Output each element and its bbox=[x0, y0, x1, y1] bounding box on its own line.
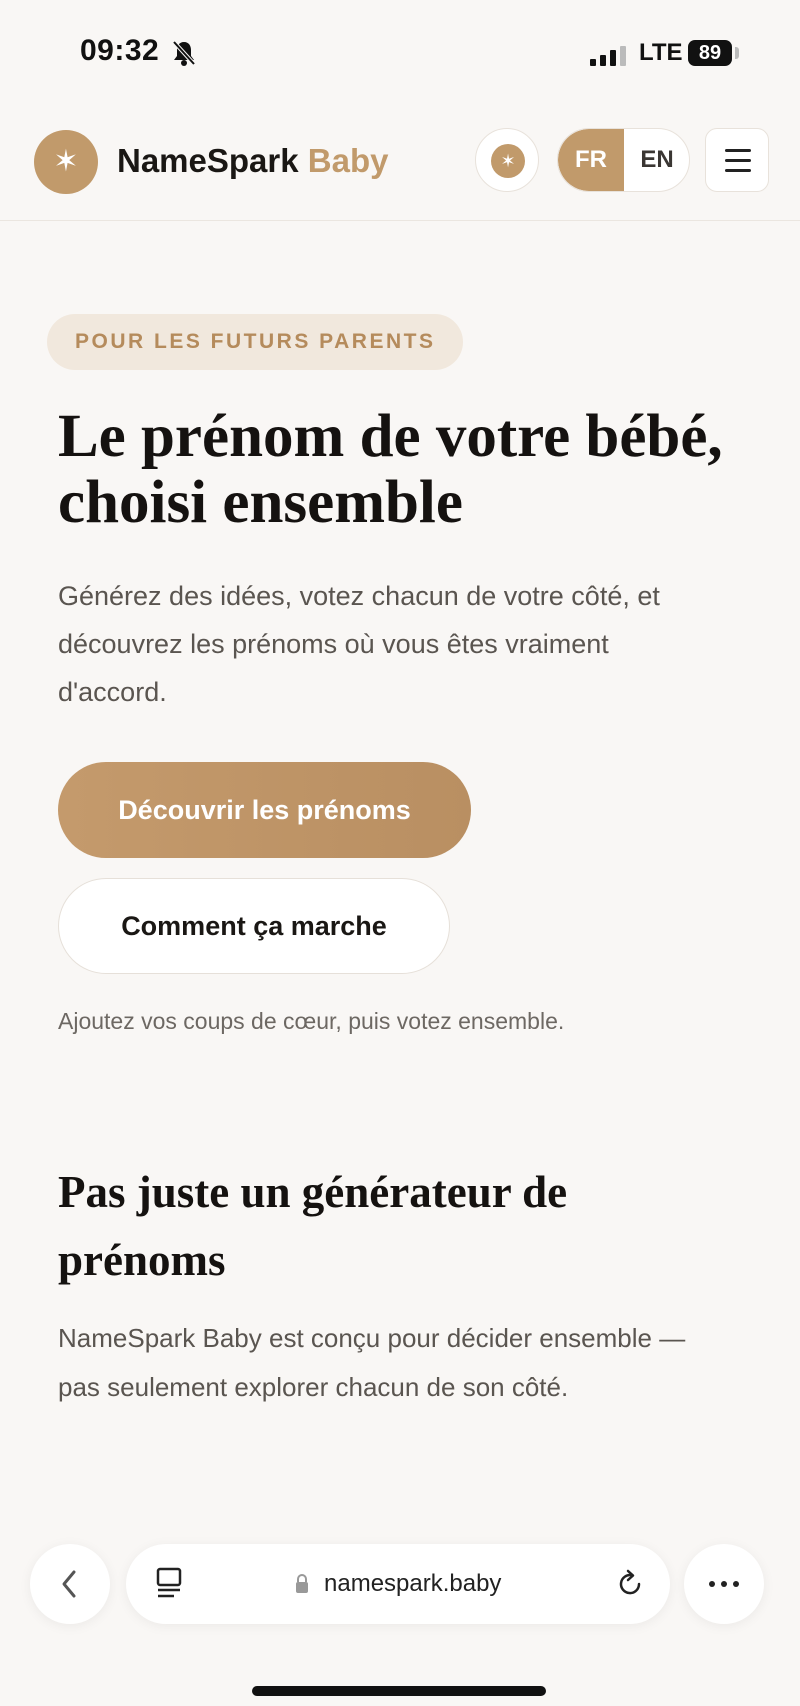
hero-title: Le prénom de votre bébé, choisi ensemble bbox=[58, 403, 723, 536]
menu-button[interactable] bbox=[705, 128, 769, 192]
section-title: Pas juste un générateur de prénoms bbox=[58, 1167, 568, 1285]
language-switch: FR EN bbox=[557, 128, 690, 192]
tabs-icon[interactable] bbox=[154, 1566, 186, 1602]
brand-name[interactable]: NameSpark Baby bbox=[117, 142, 388, 180]
browser-toolbar: namespark.baby bbox=[0, 1510, 800, 1706]
lang-en-button[interactable]: EN bbox=[624, 129, 689, 191]
bell-muted-icon bbox=[172, 40, 196, 66]
address-bar[interactable]: namespark.baby bbox=[126, 1544, 670, 1624]
more-options-button[interactable] bbox=[684, 1544, 764, 1624]
hamburger-icon-bar bbox=[725, 169, 751, 172]
logo-icon[interactable]: ✶ bbox=[34, 130, 98, 194]
status-time: 09:32 bbox=[80, 34, 160, 67]
ellipsis-icon bbox=[709, 1581, 739, 1587]
back-button[interactable] bbox=[30, 1544, 110, 1624]
eyebrow-badge: POUR LES FUTURS PARENTS bbox=[47, 314, 464, 370]
app-header: ✶ NameSpark Baby ✶ FR EN bbox=[0, 110, 800, 221]
brand-main: NameSpark bbox=[117, 142, 299, 179]
lang-fr-button[interactable]: FR bbox=[558, 129, 624, 191]
section-description: NameSpark Baby est conçu pour décider en… bbox=[58, 1323, 686, 1402]
lock-icon bbox=[296, 1574, 308, 1593]
hamburger-icon-bar bbox=[725, 149, 751, 152]
reload-icon[interactable] bbox=[614, 1568, 646, 1600]
chevron-left-icon bbox=[62, 1570, 76, 1598]
hamburger-icon-bar bbox=[725, 159, 751, 162]
hero-description: Générez des idées, votez chacun de votre… bbox=[58, 581, 660, 707]
status-bar: 09:32 LTE 89 bbox=[0, 0, 800, 110]
how-it-works-button[interactable]: Comment ça marche bbox=[58, 878, 450, 974]
home-indicator[interactable] bbox=[252, 1686, 546, 1696]
hero-hint: Ajoutez vos coups de cœur, puis votez en… bbox=[58, 1008, 565, 1034]
brand-accent: Baby bbox=[307, 142, 389, 179]
sun-icon: ✶ bbox=[491, 144, 525, 178]
battery-tip bbox=[735, 47, 739, 59]
signal-icon bbox=[590, 46, 626, 66]
battery-icon: 89 bbox=[688, 40, 732, 66]
url-text: namespark.baby bbox=[324, 1570, 502, 1597]
network-type: LTE bbox=[639, 39, 683, 66]
discover-names-button[interactable]: Découvrir les prénoms bbox=[58, 762, 471, 858]
theme-toggle-button[interactable]: ✶ bbox=[475, 128, 539, 192]
